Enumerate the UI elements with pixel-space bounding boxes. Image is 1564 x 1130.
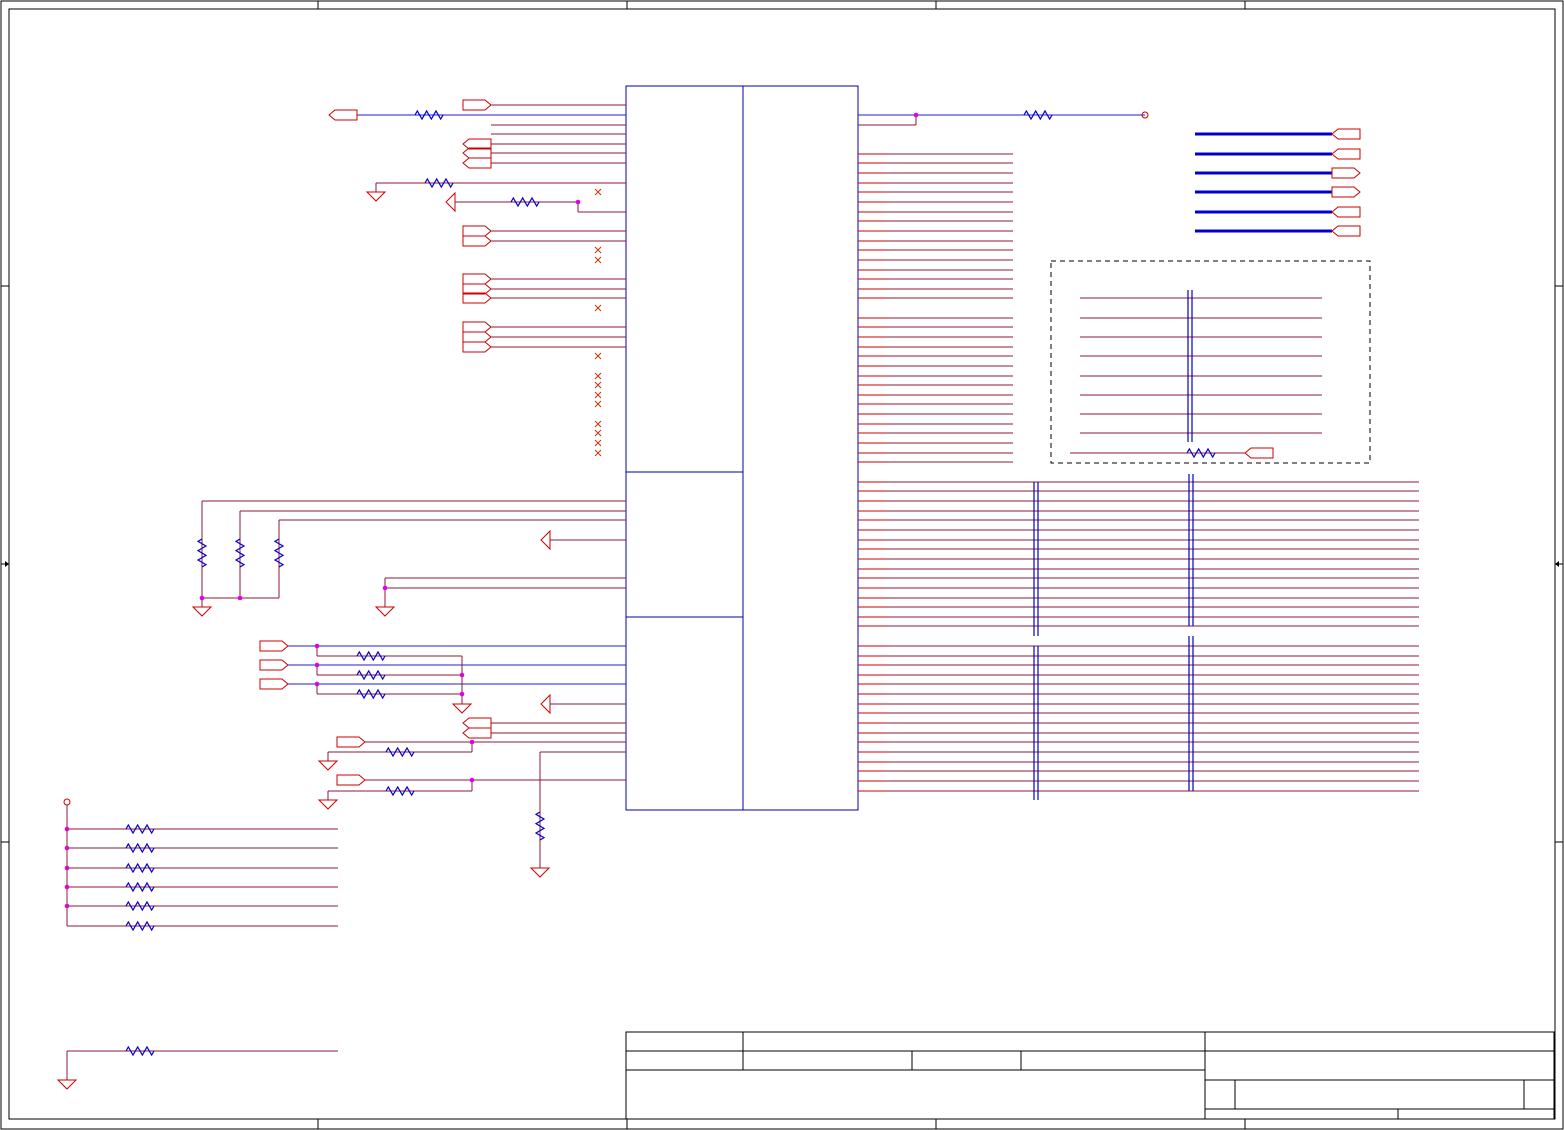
offpage-connector-icon — [1331, 128, 1361, 140]
offpage-connector-icon — [259, 659, 289, 671]
resistor-icon — [125, 823, 155, 835]
offpage-connector-icon — [1331, 225, 1361, 237]
no-connect-icon — [594, 304, 602, 312]
resistor-icon — [385, 746, 415, 758]
junction-dot-icon — [64, 845, 70, 851]
resistor-icon — [196, 538, 208, 568]
no-connect-icon — [594, 256, 602, 264]
resistors — [125, 109, 1216, 1057]
main-ic-component — [625, 85, 859, 811]
offpage-connector-icon — [1331, 186, 1361, 198]
no-connect-icon — [594, 391, 602, 399]
ground-icon — [191, 606, 213, 617]
offpage-connector-icon — [462, 341, 492, 353]
offpage-connector-icon — [462, 717, 492, 729]
junction-dot-icon — [459, 691, 465, 697]
offpage-connector-icon — [462, 157, 492, 169]
resistor-icon — [356, 688, 386, 700]
resistor-icon — [424, 177, 454, 189]
no-connect-icon — [594, 400, 602, 408]
ground-symbols — [56, 191, 551, 1090]
sheet-border — [0, 0, 1564, 1130]
ground-icon — [317, 799, 339, 810]
junction-dot-icon — [913, 112, 919, 118]
resistor-icon — [125, 842, 155, 854]
title-block — [625, 1031, 1555, 1120]
ground-icon — [540, 693, 551, 715]
zone-arrow-left — [1, 561, 9, 567]
resistor-icon — [273, 538, 285, 568]
junction-dot-icon — [469, 739, 475, 745]
ground-icon — [451, 703, 473, 714]
junction-dot-icon — [469, 777, 475, 783]
junction-dot-icon — [237, 595, 243, 601]
no-connect-icon — [594, 429, 602, 437]
junction-dot-icon — [64, 903, 70, 909]
resistor-icon — [125, 900, 155, 912]
junction-dot-icon — [575, 199, 581, 205]
offpage-connector-icon — [328, 109, 358, 121]
no-connect-icon — [594, 381, 602, 389]
offpage-connectors — [259, 99, 1361, 786]
offpage-connector-icon — [336, 774, 366, 786]
junction-dot-icon — [64, 884, 70, 890]
no-connect-icon — [594, 420, 602, 428]
resistor-icon — [385, 785, 415, 797]
offpage-connector-icon — [1331, 167, 1361, 179]
ground-icon — [529, 867, 551, 878]
offpage-connector-icon — [462, 321, 492, 333]
offpage-connector-icon — [259, 678, 289, 690]
offpage-connector-icon — [259, 640, 289, 652]
offpage-connector-icon — [1331, 148, 1361, 160]
junction-dot-icon — [314, 681, 320, 687]
no-connect-icon — [594, 372, 602, 380]
ground-icon — [56, 1079, 78, 1090]
junction-dot-icon — [199, 595, 205, 601]
no-connect-icon — [594, 449, 602, 457]
bus-bars — [1033, 132, 1332, 800]
schematic-sheet — [0, 0, 1564, 1130]
resistor-icon — [356, 669, 386, 681]
resistor-icon — [510, 196, 540, 208]
offpage-connector-icon — [462, 727, 492, 739]
resistor-icon — [1186, 447, 1216, 459]
zone-arrow-right — [1555, 561, 1563, 567]
no-connect-icon — [594, 246, 602, 254]
resistor-icon — [414, 109, 444, 121]
no-connect-icon — [594, 188, 602, 196]
ground-icon — [374, 606, 396, 617]
ground-icon — [317, 760, 339, 771]
resistor-icon — [125, 1045, 155, 1057]
resistor-icon — [356, 650, 386, 662]
offpage-connector-icon — [462, 235, 492, 247]
ground-icon — [365, 191, 387, 202]
no-connect-icon — [594, 352, 602, 360]
junction-dot-icon — [459, 672, 465, 678]
resistor-icon — [125, 881, 155, 893]
junction-dot-icon — [314, 662, 320, 668]
no-connect-icon — [594, 439, 602, 447]
offpage-connector-icon — [462, 225, 492, 237]
junction-dot-icon — [64, 826, 70, 832]
no-connect-marks — [594, 188, 602, 457]
resistor-icon — [125, 862, 155, 874]
offpage-connector-icon — [462, 331, 492, 343]
resistor-icon — [234, 538, 246, 568]
ground-icon — [540, 529, 551, 551]
offpage-connector-icon — [462, 273, 492, 285]
junction-dot-icon — [314, 643, 320, 649]
ground-icon — [445, 191, 456, 213]
offpage-connector-icon — [1331, 206, 1361, 218]
offpage-connector-icon — [462, 99, 492, 111]
junction-dot-icon — [64, 865, 70, 871]
resistor-icon — [125, 920, 155, 932]
offpage-connector-icon — [1244, 447, 1274, 459]
resistor-icon — [1023, 109, 1053, 121]
offpage-connector-icon — [336, 736, 366, 748]
power-pin-icon — [63, 798, 71, 806]
junction-dot-icon — [382, 585, 388, 591]
resistor-icon — [534, 811, 546, 841]
